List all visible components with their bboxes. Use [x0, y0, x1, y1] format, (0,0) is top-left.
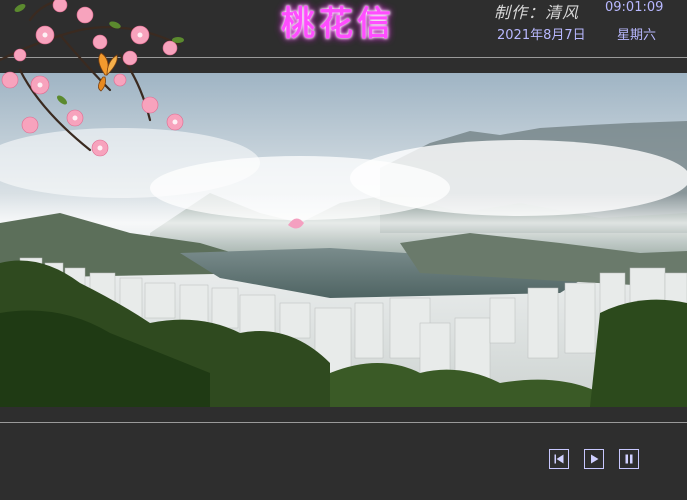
- pause-icon: [625, 454, 633, 464]
- skip-back-icon: [554, 454, 564, 464]
- playback-controls: [549, 449, 639, 469]
- clock-weekday: 星期六: [617, 28, 657, 43]
- skip-back-button[interactable]: [549, 449, 569, 469]
- top-bar: 桃花信 制作：清风 09:01:09 2021年8月7日 星期六: [0, 0, 687, 56]
- bottom-divider: [0, 422, 687, 423]
- page-title: 桃花信: [281, 4, 395, 44]
- play-icon: [591, 454, 599, 464]
- pause-button[interactable]: [619, 449, 639, 469]
- credit-text: 制作：清风: [494, 3, 580, 22]
- top-divider: [0, 57, 687, 58]
- clock-time: 09:01:09: [605, 0, 664, 15]
- play-button[interactable]: [584, 449, 604, 469]
- clock-date: 2021年8月7日: [497, 28, 586, 43]
- landscape-photo: [0, 73, 687, 407]
